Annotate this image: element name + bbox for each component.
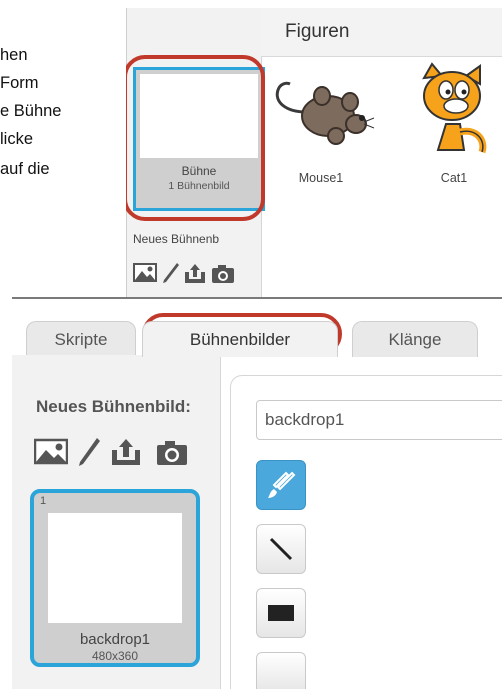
ellipse-tool-button[interactable] — [256, 652, 306, 689]
new-backdrop-label: Neues Bühnenb — [133, 232, 220, 246]
paint-from-library-icon[interactable] — [133, 262, 157, 284]
instruction-text-line: hen — [0, 46, 28, 64]
paint-from-library-icon[interactable] — [34, 438, 68, 466]
tab-scripts[interactable]: Skripte — [26, 321, 136, 357]
paint-new-icon[interactable] — [76, 437, 102, 467]
tab-strip: Skripte Bühnenbilder Klänge — [12, 297, 502, 357]
camera-icon[interactable] — [156, 438, 188, 466]
upload-icon[interactable] — [110, 437, 142, 467]
stage-column: Bühne 1 Bühnenbild Neues Bühnenb — [126, 8, 265, 298]
tab-sounds[interactable]: Klänge — [352, 321, 478, 357]
instruction-text-line: auf die — [0, 160, 50, 178]
rectangle-icon — [268, 605, 294, 621]
backdrop-preview — [48, 513, 182, 623]
sprites-header: Figuren — [261, 8, 502, 57]
new-backdrop-tools — [133, 262, 235, 284]
instruction-text-line: Form — [0, 74, 39, 92]
stage-highlight-ring — [126, 55, 265, 221]
sprite-name: Mouse1 — [298, 171, 344, 185]
cat-sprite-icon — [422, 62, 487, 154]
backdrop-name: backdrop1 — [79, 631, 151, 648]
mouse-sprite-icon — [275, 81, 375, 145]
backdrop-index: 1 — [40, 495, 47, 507]
backdrop-name-input[interactable] — [256, 400, 502, 440]
sprite-name: Cat1 — [440, 171, 468, 185]
rectangle-tool-button[interactable] — [256, 588, 306, 638]
backdrop-thumbnail[interactable]: 1 backdrop1 480x360 — [30, 489, 202, 669]
new-backdrop-heading: Neues Bühnenbild: — [36, 397, 191, 416]
instruction-text-line: licke — [0, 130, 34, 148]
backdrop-thumbnail-frame: 1 backdrop1 480x360 — [30, 489, 200, 667]
upload-icon[interactable] — [183, 262, 207, 284]
brush-icon — [268, 471, 296, 498]
instruction-text-line: e Bühne — [0, 102, 62, 120]
sprite-cat1[interactable]: Cat1 — [406, 62, 502, 192]
paint-new-icon[interactable] — [161, 262, 181, 284]
line-icon — [269, 537, 293, 561]
sprite-mouse1[interactable]: Mouse1 — [266, 72, 376, 192]
backdrops-editor: Skripte Bühnenbilder Klänge Neues Bühnen… — [12, 297, 502, 689]
camera-icon[interactable] — [211, 262, 235, 284]
tab-backdrops[interactable]: Bühnenbilder — [142, 321, 338, 357]
line-tool-button[interactable] — [256, 524, 306, 574]
new-backdrop-tools — [34, 437, 188, 467]
sprites-pane: Bühne 1 Bühnenbild Neues Bühnenb Figuren… — [126, 8, 502, 298]
backdrop-size: 480x360 — [91, 649, 139, 663]
sprites-title: Figuren — [285, 21, 350, 42]
brush-tool-button[interactable] — [256, 460, 306, 510]
